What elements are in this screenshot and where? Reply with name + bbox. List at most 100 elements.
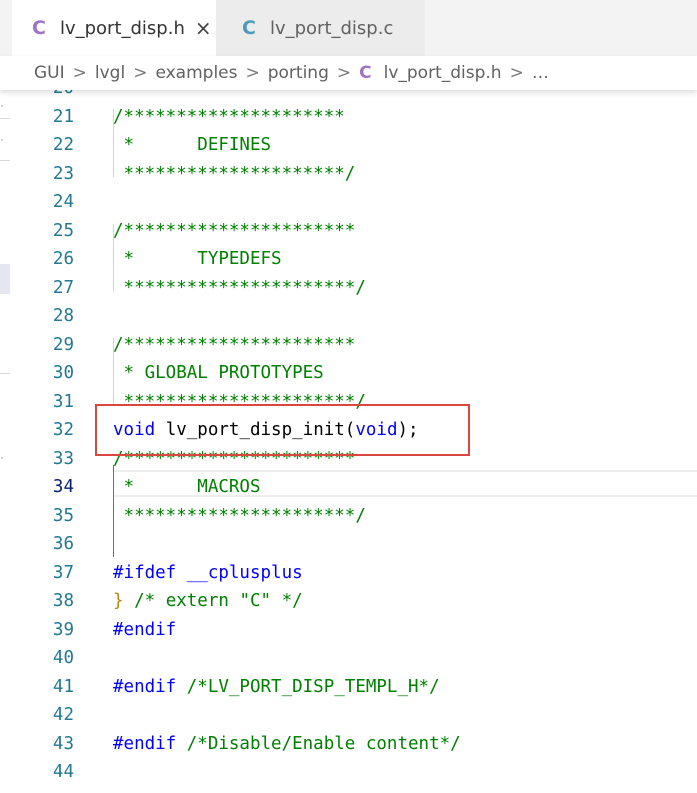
- code-text: /*********************: [113, 103, 345, 132]
- sidebar-selected-item: [0, 264, 10, 294]
- divider: [0, 160, 10, 161]
- code-text: #ifdef __cplusplus: [113, 559, 303, 588]
- highlight-annotation-box: [95, 404, 470, 456]
- code-token: * DEFINES: [113, 135, 272, 155]
- line-number: 35: [52, 505, 74, 526]
- tab-lv-port-disp-c[interactable]: C lv_port_disp.c: [216, 0, 425, 56]
- code-line[interactable]: 30 * GLOBAL PROTOTYPES: [0, 359, 697, 388]
- breadcrumb-item-porting[interactable]: porting: [268, 63, 329, 83]
- code-line[interactable]: 42: [0, 701, 697, 730]
- code-line[interactable]: 35 **********************/: [0, 502, 697, 531]
- line-number: 27: [52, 277, 74, 298]
- code-token: /* extern "C" */: [123, 591, 303, 611]
- line-number: 34: [52, 477, 74, 497]
- tab-bar-left-strip: [0, 0, 12, 56]
- breadcrumb-item-file[interactable]: lv_port_disp.h: [384, 63, 502, 83]
- code-token: /*LV_PORT_DISP_TEMPL_H*/: [176, 676, 440, 697]
- code-token: /**********************: [113, 220, 356, 241]
- code-line[interactable]: 40: [0, 644, 697, 673]
- line-number: 28: [52, 306, 74, 326]
- code-text: #endif: [113, 616, 176, 645]
- chevron-right-icon: >: [245, 63, 260, 83]
- code-token: #endif: [113, 619, 177, 640]
- code-line[interactable]: 34 * MACROS: [0, 473, 697, 502]
- line-number: 42: [52, 705, 74, 725]
- code-line[interactable]: 20: [0, 90, 697, 103]
- code-text: /**********************: [113, 217, 355, 246]
- code-token: /**********************: [113, 334, 356, 355]
- line-number: 30: [52, 363, 74, 383]
- chevron-right-icon: >: [72, 63, 87, 83]
- code-text: * MACROS: [113, 473, 261, 502]
- code-line[interactable]: 21 /*********************: [0, 103, 697, 132]
- code-token: **********************/: [113, 505, 366, 526]
- tab-lv-port-disp-h[interactable]: C lv_port_disp.h ×: [12, 0, 216, 56]
- line-number: 31: [52, 391, 74, 412]
- line-number: 41: [52, 676, 74, 697]
- line-number: 33: [52, 448, 74, 469]
- close-icon[interactable]: ×: [195, 16, 212, 40]
- line-number: 23: [52, 163, 74, 184]
- code-line[interactable]: 25 /**********************: [0, 217, 697, 246]
- line-number: 37: [52, 562, 74, 583]
- code-text: * TYPEDEFS: [113, 245, 282, 274]
- code-line[interactable]: 23 *********************/: [0, 160, 697, 189]
- sidebar-edge: · · ·: [0, 90, 10, 793]
- line-number: 38: [52, 591, 74, 611]
- breadcrumb-item-gui[interactable]: GUI: [34, 63, 65, 83]
- divider: [0, 118, 10, 119]
- code-text: **********************/: [113, 502, 366, 531]
- code-line[interactable]: 27 **********************/: [0, 274, 697, 303]
- code-text: *********************/: [113, 160, 356, 189]
- breadcrumb: GUI > lvgl > examples > porting > C lv_p…: [0, 56, 697, 90]
- breadcrumb-item-examples[interactable]: examples: [155, 63, 237, 83]
- more-icon: ·: [0, 132, 4, 146]
- line-number: 39: [52, 619, 74, 640]
- code-line[interactable]: 37 #ifdef __cplusplus: [0, 559, 697, 588]
- line-number: 40: [52, 648, 74, 668]
- chevron-right-icon: >: [509, 63, 524, 83]
- breadcrumb-item-lvgl[interactable]: lvgl: [95, 63, 125, 83]
- line-number: 24: [52, 192, 74, 212]
- code-line[interactable]: 22 * DEFINES: [0, 131, 697, 160]
- code-token: *********************/: [113, 163, 356, 184]
- code-text: /**********************: [113, 331, 355, 360]
- breadcrumb-ellipsis[interactable]: …: [532, 63, 549, 83]
- code-token: }: [113, 591, 124, 611]
- code-line[interactable]: 41 #endif /*LV_PORT_DISP_TEMPL_H*/: [0, 673, 697, 702]
- code-token: #endif: [113, 676, 177, 697]
- code-token: * TYPEDEFS: [113, 249, 282, 269]
- code-line[interactable]: 29 /**********************: [0, 331, 697, 360]
- code-line[interactable]: 43 #endif /*Disable/Enable content*/: [0, 730, 697, 759]
- code-token: * GLOBAL PROTOTYPES: [113, 363, 324, 383]
- code-line[interactable]: 24: [0, 188, 697, 217]
- code-text: * DEFINES: [113, 131, 272, 160]
- line-number: 22: [52, 135, 74, 155]
- line-number: 36: [52, 534, 74, 554]
- code-line[interactable]: 38} /* extern "C" */: [0, 587, 697, 616]
- line-number: 43: [52, 733, 74, 754]
- code-text: * GLOBAL PROTOTYPES: [113, 359, 324, 388]
- code-line[interactable]: 39 #endif: [0, 616, 697, 645]
- code-token: **********************/: [113, 277, 366, 298]
- chevron-right-icon: >: [336, 63, 352, 83]
- code-text: **********************/: [113, 274, 366, 303]
- line-number: 25: [52, 220, 74, 241]
- c-file-icon: C: [32, 17, 46, 39]
- line-number: 29: [52, 334, 74, 355]
- code-token: /*Disable/Enable content*/: [176, 733, 461, 754]
- chevron-right-icon: >: [133, 63, 148, 83]
- divider: [0, 373, 10, 374]
- code-line[interactable]: 36: [0, 530, 697, 559]
- tab-label: lv_port_disp.c: [269, 17, 394, 39]
- code-token: __cplusplus: [176, 562, 303, 583]
- code-line[interactable]: 26 * TYPEDEFS: [0, 245, 697, 274]
- code-token: * MACROS: [113, 477, 261, 497]
- code-text: #endif /*Disable/Enable content*/: [113, 730, 461, 759]
- code-line[interactable]: 44: [0, 758, 697, 787]
- line-number: 21: [52, 106, 74, 127]
- code-token: /*********************: [113, 106, 345, 127]
- code-token: #endif: [113, 733, 177, 754]
- code-text: #endif /*LV_PORT_DISP_TEMPL_H*/: [113, 673, 440, 702]
- code-line[interactable]: 28: [0, 302, 697, 331]
